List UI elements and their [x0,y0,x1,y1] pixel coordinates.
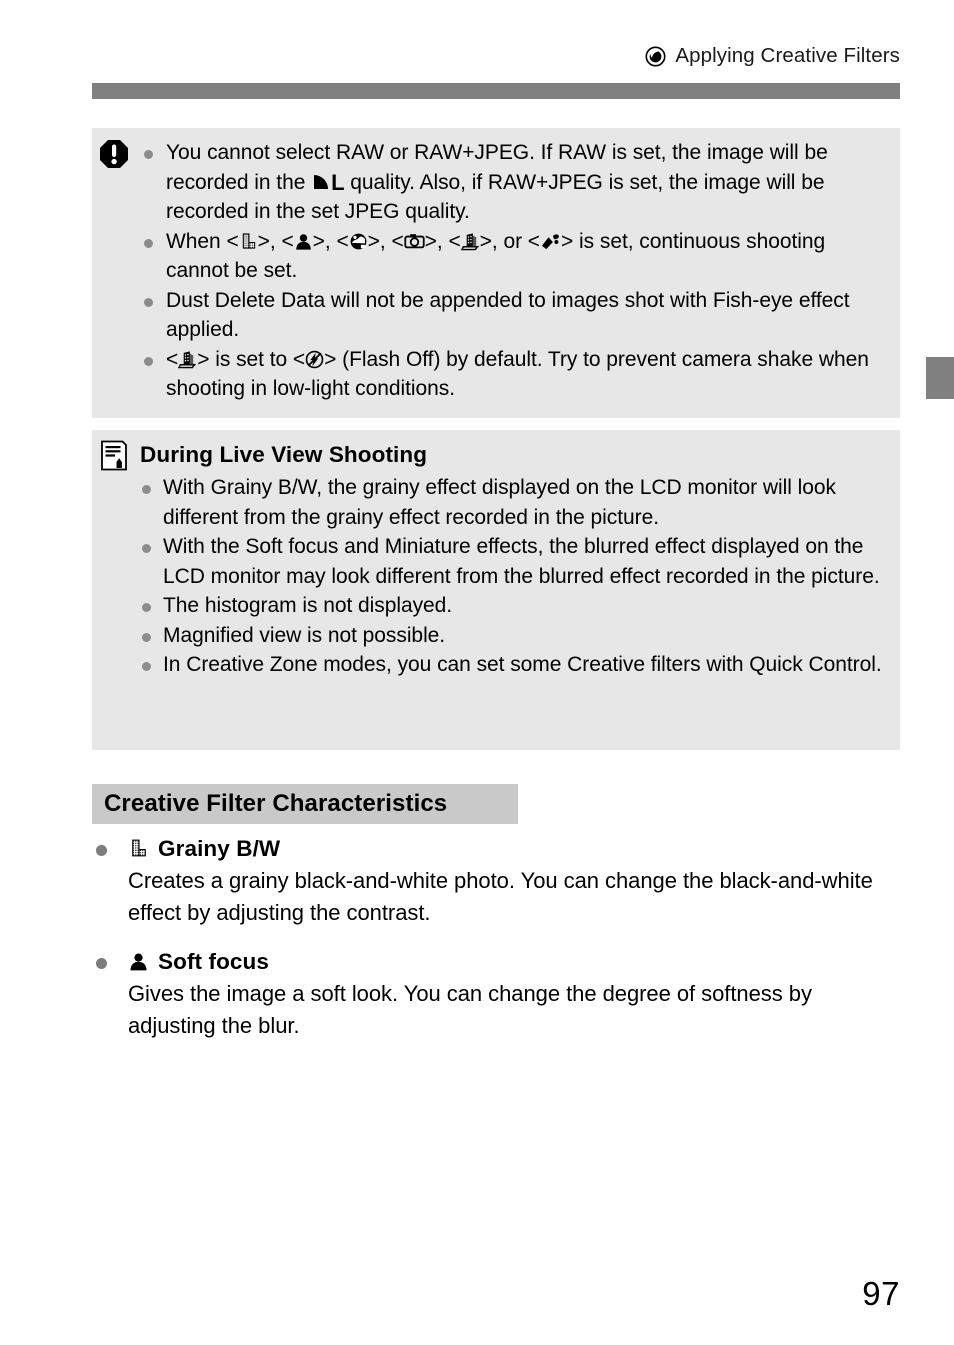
liveview-note-box: During Live View Shooting With Grainy B/… [92,430,900,750]
creative-filter-sphere-icon [645,46,666,67]
warning-bullet-dust-delete: Dust Delete Data will not be appended to… [138,286,892,345]
liveview-bullet-histogram: The histogram is not displayed. [138,591,892,621]
grainy-bw-filter-icon [239,232,258,251]
miniature-filter-icon [460,232,480,251]
filter-name-label: Soft focus [158,949,269,974]
filter-description: Creates a grainy black-and-white photo. … [128,868,873,925]
filter-item-soft-focus: Soft focus Gives the image a soft look. … [92,945,904,1042]
soft-focus-filter-icon [294,232,313,251]
filter-title-row: Soft focus [92,945,904,978]
liveview-bullet-grainy: With Grainy B/W, the grainy effect displ… [138,473,892,532]
warning-note-box: You cannot select RAW or RAW+JPEG. If RA… [92,128,900,418]
flash-off-icon [305,350,324,369]
miniature-filter-icon [178,350,197,369]
header-rule [92,83,900,99]
section-heading-label: Creative Filter Characteristics [104,790,448,817]
filter-characteristics-list: Grainy B/W Creates a grainy black-and-wh… [92,832,904,1058]
warning-bullet-raw: You cannot select RAW or RAW+JPEG. If RA… [138,138,892,227]
liveview-box-body: During Live View Shooting With Grainy B/… [138,440,892,680]
liveview-bullet-list: With Grainy B/W, the grainy effect displ… [138,473,892,680]
running-head: Applying Creative Filters [645,44,900,68]
liveview-bullet-blur: With the Soft focus and Miniature effect… [138,532,892,591]
quality-large-letter: L [331,169,345,195]
chapter-edge-tab [926,357,954,399]
filter-name-label: Grainy B/W [158,836,281,861]
warning-bullet-continuous: When < >, < >, < >, < >, < >, or < > is set, c… [138,227,892,286]
liveview-heading: During Live View Shooting [140,442,428,467]
art-bold-filter-icon [540,232,561,251]
warning-bullet-flash-off: < > is set to < > (Flash Off) by default. … [138,345,892,404]
grainy-bw-filter-icon [128,838,149,859]
running-head-label: Applying Creative Filters [675,44,900,67]
section-heading: Creative Filter Characteristics [92,784,518,824]
memo-note-icon [100,440,128,471]
warning-bullet-list: You cannot select RAW or RAW+JPEG. If RA… [138,138,892,404]
filter-title-row: Grainy B/W [92,832,904,865]
warning-box-body: You cannot select RAW or RAW+JPEG. If RA… [138,138,892,404]
soft-focus-filter-icon [128,951,149,972]
quality-fine-large-icon [311,172,331,192]
liveview-bullet-magnified: Magnified view is not possible. [138,621,892,651]
liveview-bullet-quick-control: In Creative Zone modes, you can set some… [138,650,892,680]
warning-exclamation-icon [99,139,129,169]
filter-item-grainy-bw: Grainy B/W Creates a grainy black-and-wh… [92,832,904,929]
filter-description: Gives the image a soft look. You can cha… [128,981,812,1038]
page-number: 97 [862,1275,900,1312]
toy-camera-filter-icon [404,232,425,251]
fish-eye-filter-icon [349,232,368,251]
